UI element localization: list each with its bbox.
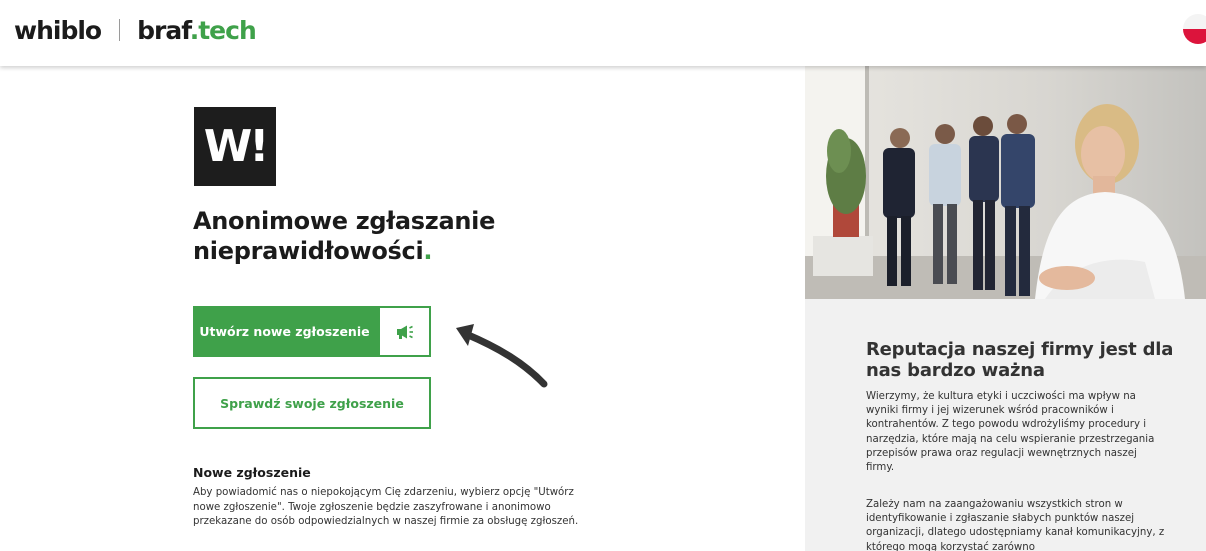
brand-divider: [119, 19, 121, 41]
whiblo-badge-logo: W!: [194, 107, 276, 186]
arrow-pointer-icon: [456, 324, 548, 388]
main-content: W! Anonimowe zgłaszanie nieprawidłowości…: [0, 66, 805, 551]
megaphone-icon: [380, 308, 429, 355]
flag-red-stripe: [1183, 29, 1206, 44]
braftech-logo-braf: braf: [137, 15, 191, 45]
check-report-button[interactable]: Sprawdź swoje zgłoszenie: [193, 377, 431, 429]
reputation-paragraph-1: Wierzymy, że kultura etyki i uczciwości …: [866, 391, 1155, 474]
braftech-logo: braf.tech: [137, 15, 257, 45]
brand-logos[interactable]: whiblo braf.tech: [14, 14, 257, 46]
flag-white-stripe: [1183, 14, 1206, 29]
page-title-dot: .: [423, 237, 433, 265]
megaphone-icon-svg: [396, 325, 413, 339]
office-team-illustration: [805, 66, 1206, 299]
sidebar-panel: Reputacja naszej firmy jest dla nas bard…: [805, 66, 1206, 551]
poland-flag-icon[interactable]: [1183, 14, 1206, 44]
whiblo-badge-text: W!: [203, 120, 270, 172]
new-report-heading: Nowe zgłoszenie: [193, 465, 311, 480]
create-report-button[interactable]: Utwórz nowe zgłoszenie: [193, 306, 431, 357]
office-team-photo: [805, 66, 1206, 299]
reputation-paragraph-2: Zależy nam na zaangażowaniu wszystkich s…: [866, 499, 1165, 551]
braftech-logo-dot: .: [189, 15, 199, 45]
braftech-logo-tech: tech: [198, 15, 257, 45]
whiblo-logo: whiblo: [14, 15, 102, 45]
check-report-label: Sprawdź swoje zgłoszenie: [220, 395, 404, 411]
create-report-label: Utwórz nowe zgłoszenie: [199, 324, 370, 339]
top-navigation-bar: whiblo braf.tech: [0, 0, 1206, 66]
page-title: Anonimowe zgłaszanie nieprawidłowości.: [193, 206, 613, 266]
new-report-description: Aby powiadomić nas o niepokojącym Cię zd…: [193, 487, 579, 527]
page-title-text: Anonimowe zgłaszanie nieprawidłowości: [193, 207, 496, 265]
reputation-heading: Reputacja naszej firmy jest dla nas bard…: [866, 339, 1174, 381]
